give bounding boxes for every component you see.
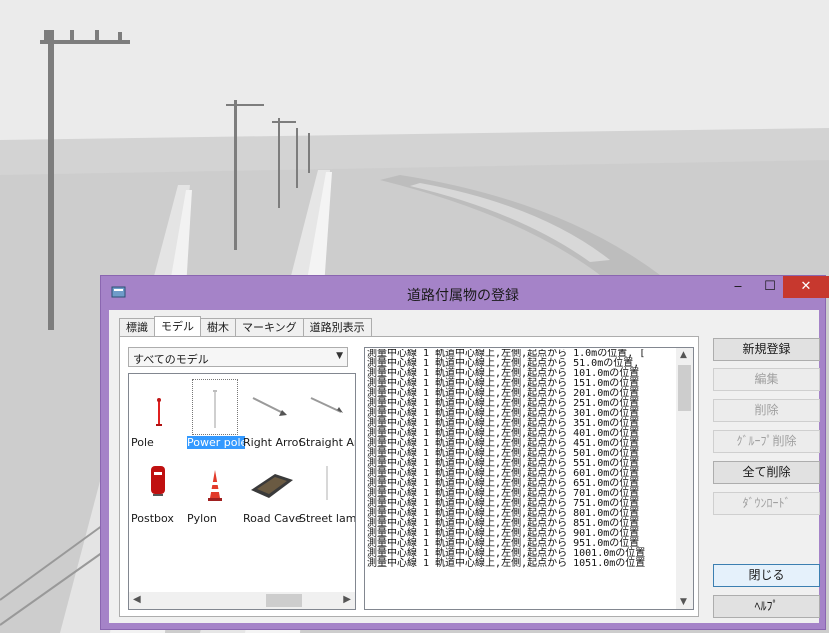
model-item-postbox[interactable]: Postbox — [131, 454, 187, 530]
scroll-right-icon[interactable]: ▶ — [343, 594, 351, 605]
right-arrow-icon — [252, 397, 287, 416]
tab-trees[interactable]: 樹木 — [200, 318, 236, 336]
model-item-straight-arrow[interactable]: Straight Arrow — [299, 378, 355, 454]
registration-dialog: 道路付属物の登録 ‒ ☐ ✕ 標識 モデル 樹木 マーキング 道路別表示 すべて… — [100, 275, 829, 630]
model-label: Pole — [131, 436, 154, 449]
road-cave-icon — [251, 474, 293, 498]
placement-log[interactable]: 測量中心線 1 軌道中心線上,左側,起点から 1.0mの位置, [ 測量中心線 … — [364, 347, 694, 610]
model-item-power-pole[interactable]: Power pole — [187, 378, 245, 454]
log-line: 測量中心線 1 軌道中心線上,左側,起点から 1051.0mの位置 — [367, 558, 646, 569]
model-list[interactable]: Pole Power pole Right Arrow Straight A P… — [128, 373, 356, 610]
tab-models[interactable]: モデル — [154, 316, 201, 336]
log-lines: 測量中心線 1 軌道中心線上,左側,起点から 1.0mの位置, [ 測量中心線 … — [367, 349, 677, 569]
maximize-button[interactable]: ☐ — [755, 276, 785, 298]
model-item-pole[interactable]: Pole — [131, 378, 187, 454]
dialog-body: 標識 モデル 樹木 マーキング 道路別表示 すべてのモデル ▼ Pole Pow… — [109, 310, 820, 623]
scroll-left-icon[interactable]: ◀ — [133, 594, 141, 605]
model-item-right-arrow[interactable]: Right Arrow — [243, 378, 301, 454]
model-label: Power pole — [187, 436, 245, 449]
vertical-scrollbar[interactable]: ▲ ▼ — [676, 348, 693, 609]
close-button[interactable]: 閉じる — [713, 564, 820, 587]
model-label: Straight Arrow — [299, 436, 355, 449]
model-item-street-lamp[interactable]: Street lamp — [299, 454, 355, 530]
scroll-down-icon[interactable]: ▼ — [680, 597, 687, 607]
pylon-icon — [208, 470, 222, 501]
title-bar[interactable]: 道路付属物の登録 ‒ ☐ ✕ — [101, 276, 829, 310]
scroll-thumb[interactable] — [266, 594, 302, 607]
window-title: 道路付属物の登録 — [407, 288, 519, 304]
chevron-down-icon: ▼ — [336, 351, 343, 361]
power-pole-icon — [192, 379, 238, 435]
model-label: Street lamp — [299, 512, 356, 525]
postbox-icon — [151, 466, 165, 496]
tab-signs[interactable]: 標識 — [119, 318, 155, 336]
model-filter-select[interactable]: すべてのモデル ▼ — [128, 347, 348, 367]
straight-arrow-icon — [310, 397, 343, 413]
download-button[interactable]: ﾀﾞｳﾝﾛｰﾄﾞ — [713, 492, 820, 515]
model-label: Pylon — [187, 512, 217, 525]
delete-button[interactable]: 削除 — [713, 399, 820, 422]
help-button[interactable]: ﾍﾙﾌﾟ — [713, 595, 820, 618]
tab-panel: すべてのモデル ▼ Pole Power pole Right Arrow St… — [119, 336, 699, 617]
model-label: Postbox — [131, 512, 174, 525]
tab-strip: 標識 モデル 樹木 マーキング 道路別表示 — [119, 316, 372, 336]
minimize-button[interactable]: ‒ — [721, 276, 755, 298]
scroll-thumb[interactable] — [678, 365, 691, 411]
edit-button[interactable]: 編集 — [713, 368, 820, 391]
model-item-pylon[interactable]: Pylon — [187, 454, 243, 530]
tab-marking[interactable]: マーキング — [235, 318, 304, 336]
model-filter-value: すべてのモデル — [133, 353, 209, 366]
model-item-road-cave[interactable]: Road Cave — [243, 454, 301, 530]
horizontal-scrollbar[interactable]: ◀ ▶ — [129, 592, 355, 609]
model-label: Road Cave — [243, 512, 301, 525]
close-window-button[interactable]: ✕ — [783, 276, 829, 298]
register-button[interactable]: 新規登録 — [713, 338, 820, 361]
tab-per-road-display[interactable]: 道路別表示 — [302, 318, 372, 336]
group-delete-button[interactable]: ｸﾞﾙｰﾌﾟ削除 — [713, 430, 820, 453]
model-label: Right Arrow — [243, 436, 301, 449]
pole-icon — [156, 398, 162, 426]
delete-all-button[interactable]: 全て削除 — [713, 461, 820, 484]
scroll-up-icon[interactable]: ▲ — [680, 350, 687, 360]
street-lamp-icon — [326, 466, 328, 500]
